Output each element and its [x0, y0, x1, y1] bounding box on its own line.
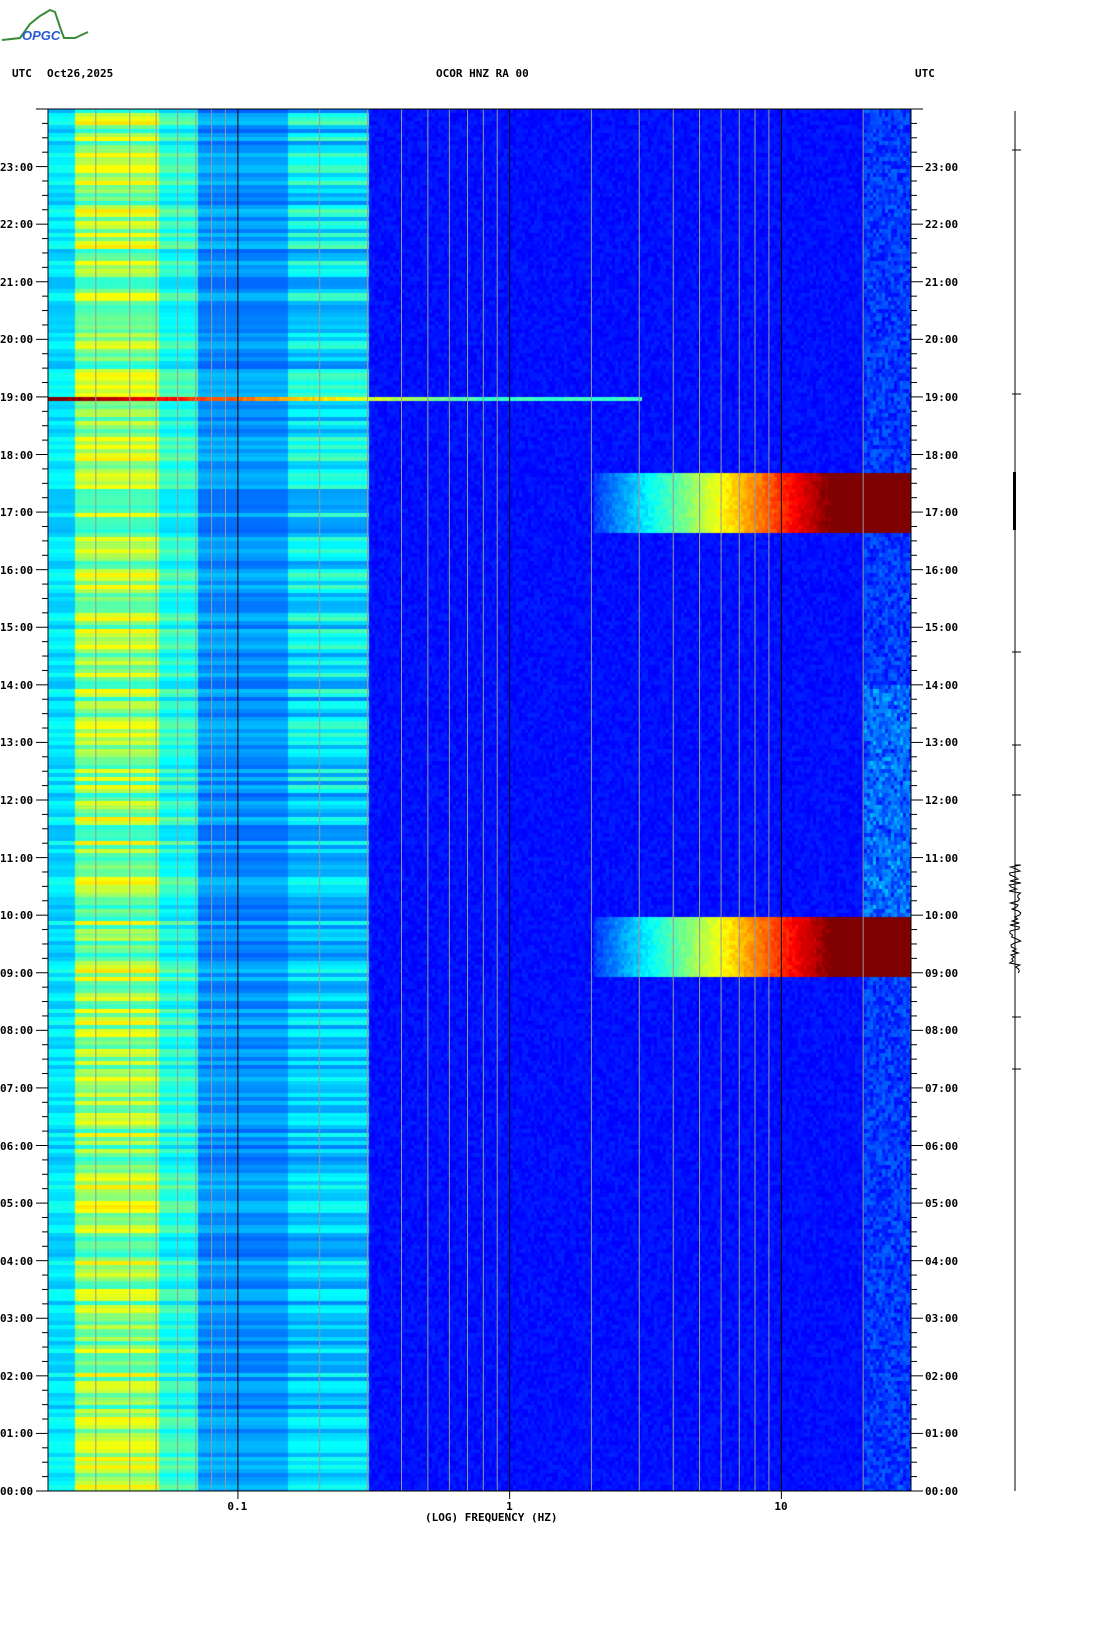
y-tick-label-left: 22:00 [0, 218, 34, 232]
y-tick-label-right: 09:00 [925, 966, 959, 980]
y-tick-label-left: 13:00 [0, 736, 34, 750]
y-tick-label-right: 05:00 [925, 1197, 959, 1211]
x-axis-label: (LOG) FREQUENCY (HZ) [425, 1511, 558, 1524]
y-tick-label-right: 00:00 [925, 1485, 959, 1498]
y-tick-label-left: 04:00 [0, 1254, 34, 1268]
y-tick-label-right: 16:00 [925, 563, 959, 577]
y-tick-label-left: 08:00 [0, 1024, 34, 1038]
y-tick-label-left: 00:00 [0, 1485, 34, 1498]
y-tick-label-right: 17:00 [925, 506, 959, 520]
y-tick-label-right: 06:00 [925, 1139, 959, 1153]
y-tick-label-left: 10:00 [0, 909, 34, 923]
chart-overlay [36, 108, 1023, 1499]
y-tick-label-right: 18:00 [925, 448, 959, 462]
x-tick-label: 0.1 [227, 1500, 248, 1513]
y-tick-label-left: 06:00 [0, 1139, 34, 1153]
y-tick-label-right: 21:00 [925, 275, 959, 289]
y-tick-label-left: 20:00 [0, 333, 34, 347]
y-tick-label-left: 21:00 [0, 275, 34, 289]
trace-event-segment [1013, 472, 1016, 530]
y-tick-label-left: 16:00 [0, 563, 34, 577]
y-tick-label-right: 02:00 [925, 1369, 959, 1383]
y-tick-label-left: 02:00 [0, 1369, 34, 1383]
x-tick-label: 10 [774, 1500, 788, 1513]
y-tick-label-right: 04:00 [925, 1254, 959, 1268]
y-tick-label-right: 12:00 [925, 794, 959, 807]
y-tick-label-right: 20:00 [925, 333, 959, 347]
y-tick-label-right: 01:00 [925, 1427, 959, 1441]
y-tick-label-right: 08:00 [925, 1024, 959, 1038]
y-tick-label-right: 15:00 [925, 621, 959, 635]
y-tick-label-left: 14:00 [0, 678, 34, 692]
y-tick-label-left: 17:00 [0, 506, 34, 520]
y-tick-label-left: 11:00 [0, 851, 34, 865]
y-tick-label-right: 10:00 [925, 909, 959, 923]
y-tick-label-right: 07:00 [925, 1081, 959, 1095]
y-tick-label-left: 18:00 [0, 448, 34, 462]
y-tick-label-right: 19:00 [925, 390, 959, 404]
y-tick-label-left: 03:00 [0, 1312, 34, 1326]
y-tick-label-left: 01:00 [0, 1427, 34, 1441]
y-tick-label-left: 07:00 [0, 1081, 34, 1095]
y-tick-label-right: 23:00 [925, 160, 959, 174]
y-tick-label-right: 03:00 [925, 1312, 959, 1326]
y-tick-label-right: 14:00 [925, 678, 959, 692]
y-tick-label-left: 23:00 [0, 160, 34, 174]
y-tick-label-right: 22:00 [925, 218, 959, 232]
y-tick-label-right: 11:00 [925, 851, 959, 865]
y-tick-label-left: 12:00 [0, 794, 34, 807]
y-tick-label-left: 05:00 [0, 1197, 34, 1211]
y-tick-label-right: 13:00 [925, 736, 959, 750]
y-tick-label-left: 15:00 [0, 621, 34, 635]
y-tick-label-left: 09:00 [0, 966, 34, 980]
y-tick-label-left: 19:00 [0, 390, 34, 404]
